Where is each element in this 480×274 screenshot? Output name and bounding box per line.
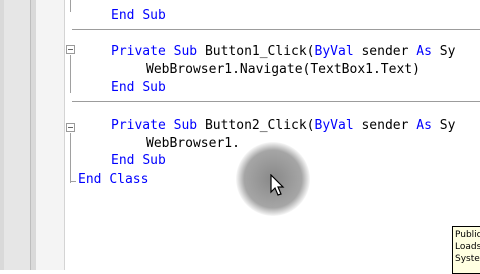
tooltip-line: Syste: [455, 254, 480, 264]
code-line-end-class: End Class: [78, 172, 149, 187]
outline-end-tick: [70, 181, 76, 182]
code-line-webbrowser-partial: WebBrowser1.: [146, 136, 240, 151]
outline-line: [70, 55, 71, 93]
code-editor[interactable]: End Sub Private Sub Button1_Click(ByVal …: [65, 0, 480, 270]
code-line-navigate: WebBrowser1.Navigate(TextBox1.Text): [146, 62, 420, 77]
solution-panel-edge: [0, 0, 36, 270]
mouse-pointer-icon: [270, 174, 285, 196]
method-separator: [72, 29, 480, 30]
outline-line: [70, 133, 71, 183]
intellisense-tooltip: Public Loads Syste: [452, 226, 480, 274]
tooltip-line: Public: [455, 230, 480, 240]
code-line-end-sub-2: End Sub: [111, 80, 166, 95]
code-line-button1-click: Private Sub Button1_Click(ByVal sender A…: [111, 44, 456, 59]
panel-splitter[interactable]: [4, 0, 31, 270]
code-line-end-sub-1: End Sub: [111, 8, 166, 23]
code-line-button2-click: Private Sub Button2_Click(ByVal sender A…: [111, 118, 456, 133]
collapse-toggle-icon[interactable]: [66, 123, 75, 132]
collapse-toggle-icon[interactable]: [66, 45, 75, 54]
tooltip-line: Loads: [455, 242, 480, 252]
editor-gutter: [36, 0, 65, 270]
method-separator: [72, 101, 480, 102]
outline-line: [70, 0, 71, 12]
code-line-end-sub-3: End Sub: [111, 153, 166, 168]
